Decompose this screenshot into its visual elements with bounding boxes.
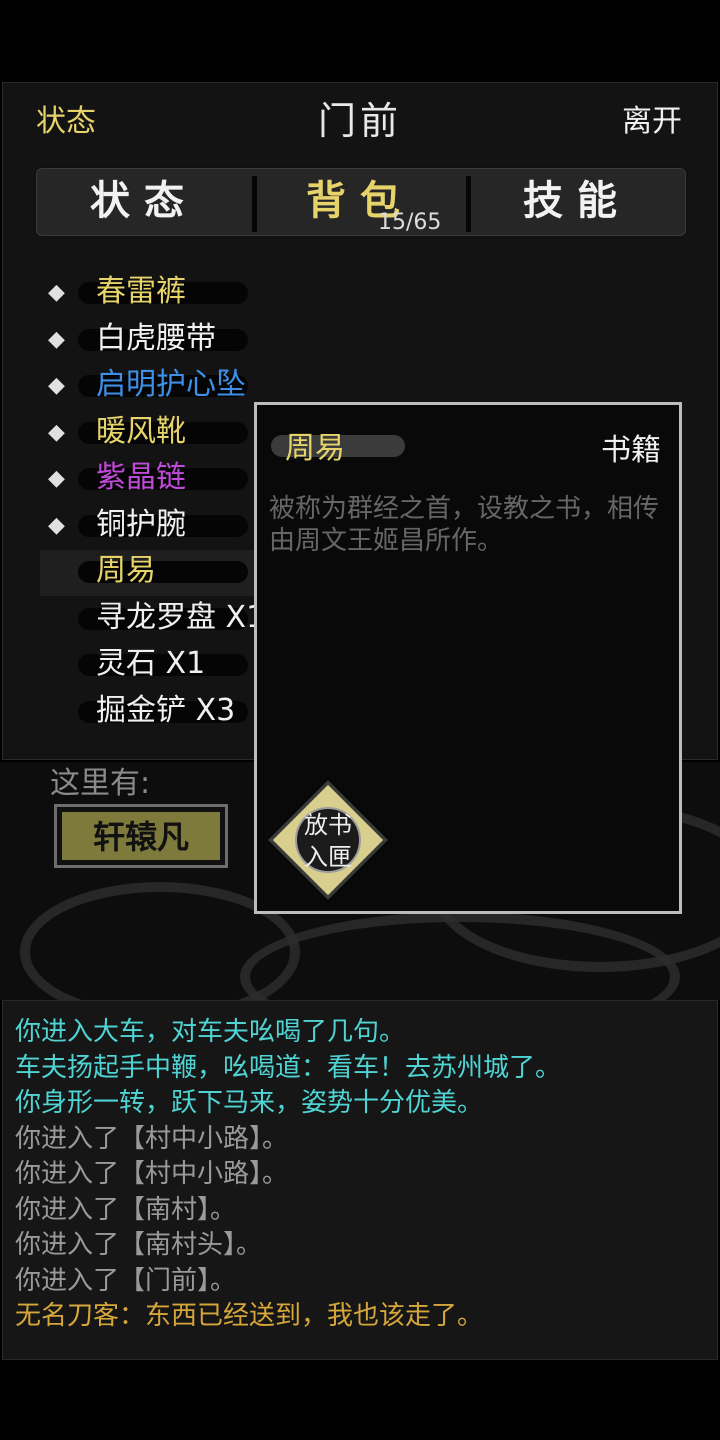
log-line: 你进入了【南村头】。 (15, 1230, 263, 1260)
inventory-item-label: 白虎腰带 (96, 320, 216, 356)
item-detail-popup: 周易 书籍 被称为群经之首，设教之书，相传由周文王姬昌所作。 放书 入匣 (254, 402, 682, 914)
inventory-item[interactable]: 寻龙罗盘 X1 (48, 596, 265, 640)
inventory-item-label: 周易 (96, 553, 156, 588)
inventory-item[interactable]: ◆ 白虎腰带 (48, 317, 258, 361)
equipped-diamond-icon: ◆ (48, 326, 65, 352)
inventory-item-label: 寻龙罗盘 X1 (96, 599, 266, 635)
item-description: 被称为群经之首，设教之书，相传由周文王姬昌所作。 (269, 494, 660, 556)
leave-link[interactable]: 离开 (622, 96, 682, 140)
inventory-item-label: 暖风靴 (96, 413, 186, 449)
equipped-diamond-icon: ◆ (48, 466, 65, 491)
equipped-diamond-icon: ◆ (48, 512, 65, 538)
inventory-item[interactable]: 周易 (48, 549, 258, 593)
inventory-item[interactable]: ◆ 暖风靴 (48, 410, 258, 454)
inventory-item-label: 铜护腕 (96, 506, 186, 542)
inventory-item[interactable]: ◆ 春雷裤 (48, 270, 258, 314)
tab-bar: 状态 背包 技能 (34, 166, 688, 238)
npc-button-label: 轩辕凡 (62, 812, 220, 860)
equipped-diamond-icon: ◆ (48, 419, 65, 445)
log-line: 车夫扬起手中鞭，吆喝道：看车！去苏州城了。 (15, 1052, 562, 1083)
tab-skills[interactable]: 技能 (468, 168, 686, 236)
equipped-diamond-icon: ◆ (48, 373, 65, 398)
inventory-item-label: 启明护心坠 (96, 367, 246, 402)
put-book-in-box-button[interactable]: 放书 入匣 (268, 780, 388, 900)
inventory-item[interactable]: ◆ 启明护心坠 (48, 363, 258, 407)
inventory-item-label: 紫晶链 (96, 460, 186, 495)
location-title: 门前 (317, 99, 402, 143)
inventory-item[interactable]: ◆ 铜护腕 (48, 503, 258, 547)
inventory-item-label: 掘金铲 X3 (96, 692, 236, 728)
inventory-item[interactable]: ◆ 紫晶链 (48, 456, 258, 500)
log-line: 你进入了【村中小路】。 (15, 1159, 289, 1189)
inventory-item[interactable]: 灵石 X1 (48, 642, 258, 686)
log-line: 无名刀客：东西已经送到，我也该走了。 (15, 1301, 484, 1331)
log-line: 你进入了【门前】。 (15, 1265, 237, 1296)
log-line: 你进入大车，对车夫吆喝了几句。 (15, 1017, 406, 1047)
message-log: 你进入大车，对车夫吆喝了几句。车夫扬起手中鞭，吆喝道：看车！去苏州城了。 你身形一… (2, 1000, 718, 1360)
here-label: 这里有: (50, 766, 151, 801)
bag-capacity-count: 15/65 (378, 210, 442, 235)
item-type: 书籍 (601, 433, 661, 468)
npc-button[interactable]: 轩辕凡 (54, 804, 228, 868)
log-line: 你进入了【南村】。 (15, 1194, 237, 1225)
log-line: 你进入了【村中小路】。 (15, 1123, 289, 1154)
action-line-2: 入匣 (304, 843, 352, 871)
inventory-item[interactable]: 掘金铲 X3 (48, 689, 258, 733)
inventory-item-label: 灵石 X1 (96, 646, 206, 681)
action-line-1: 放书 (304, 811, 352, 839)
put-book-in-box-label: 放书 入匣 (273, 809, 383, 873)
item-name: 周易 (285, 431, 345, 466)
tab-status[interactable]: 状态 (36, 168, 252, 236)
inventory-item-label: 春雷裤 (96, 274, 186, 309)
equipped-diamond-icon: ◆ (48, 280, 65, 305)
log-line: 你身形一转，跃下马来，姿势十分优美。 (15, 1088, 484, 1118)
